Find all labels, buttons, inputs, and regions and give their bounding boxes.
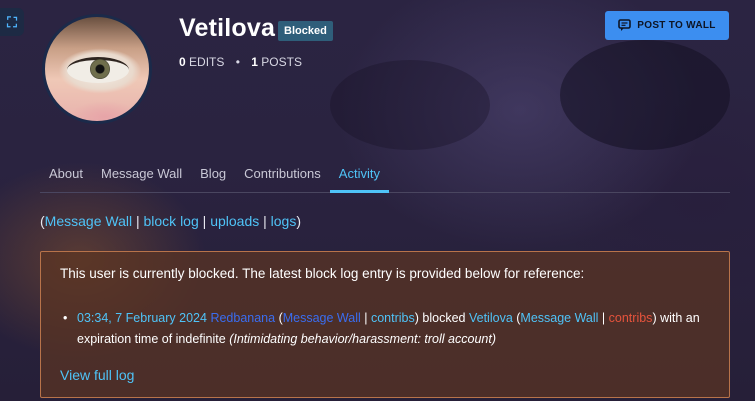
profile-tabs: About Message Wall Blog Contributions Ac…: [40, 160, 730, 193]
posts-label: POSTS: [261, 55, 302, 69]
link-separator: |: [135, 213, 140, 229]
avatar-iris: [90, 59, 110, 79]
target-message-wall-link[interactable]: Message Wall: [520, 311, 598, 325]
post-to-wall-label: POST TO WALL: [637, 20, 716, 31]
admin-contribs-link[interactable]: contribs: [371, 311, 415, 325]
status-badge: Blocked: [278, 21, 333, 41]
bullet: •: [63, 311, 68, 325]
user-tool-links: (Message Wall | block log | uploads | lo…: [40, 213, 301, 229]
background-tree-shape: [330, 60, 490, 150]
edits-count: 0: [179, 55, 186, 69]
paren-close: ): [296, 213, 302, 229]
admin-message-wall-link[interactable]: Message Wall: [283, 311, 361, 325]
block-action: blocked: [422, 311, 466, 325]
post-to-wall-button[interactable]: POST TO WALL: [605, 11, 729, 40]
link-separator: |: [202, 213, 207, 229]
edits-label: EDITS: [189, 55, 225, 69]
timestamp-link[interactable]: 03:34, 7 February 2024: [77, 311, 207, 325]
message-wall-link[interactable]: Message Wall: [45, 213, 132, 229]
admin-user-link[interactable]: Redbanana: [210, 311, 275, 325]
link-separator: |: [263, 213, 267, 229]
tab-blog[interactable]: Blog: [191, 160, 235, 193]
stats-separator: •: [235, 55, 240, 69]
profile-stats: 0 EDITS • 1 POSTS: [179, 55, 302, 69]
view-full-log-link[interactable]: View full log: [60, 367, 134, 383]
posts-count: 1: [251, 55, 258, 69]
tab-message-wall[interactable]: Message Wall: [92, 160, 191, 193]
expand-icon[interactable]: ⛶: [0, 8, 24, 36]
avatar: [42, 14, 152, 124]
tab-about[interactable]: About: [40, 160, 92, 193]
block-log-entry: • 03:34, 7 February 2024 Redbanana (Mess…: [63, 308, 717, 350]
tab-contributions[interactable]: Contributions: [235, 160, 330, 193]
uploads-link[interactable]: uploads: [210, 213, 259, 229]
background-tree-shape: [560, 40, 730, 150]
block-notice: This user is currently blocked. The late…: [40, 251, 730, 398]
target-contribs-link[interactable]: contribs: [609, 311, 653, 325]
tab-activity[interactable]: Activity: [329, 160, 389, 193]
target-user-link[interactable]: Vetilova: [469, 311, 513, 325]
logs-link[interactable]: logs: [271, 213, 297, 229]
block-notice-intro: This user is currently blocked. The late…: [60, 266, 585, 281]
username: Vetilova: [179, 14, 276, 42]
block-log-link[interactable]: block log: [144, 213, 199, 229]
block-reason: (Intimidating behavior/harassment: troll…: [229, 332, 496, 346]
speech-bubble-icon: [618, 19, 632, 32]
